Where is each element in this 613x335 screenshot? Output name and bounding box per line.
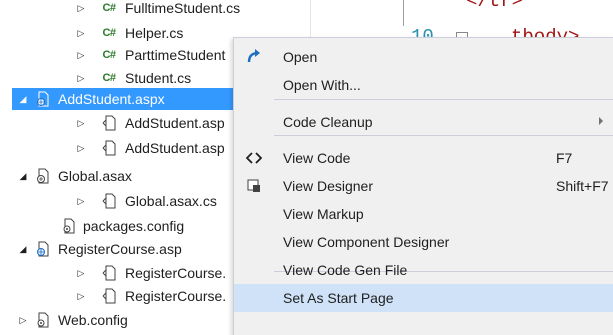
config-file-icon bbox=[60, 217, 78, 235]
menu-item-label: View Code bbox=[283, 150, 351, 166]
collapsed-arrow-icon[interactable]: ▷ bbox=[76, 268, 86, 279]
menu-item-open-with[interactable]: Open With... bbox=[234, 71, 613, 99]
tree-item-label: Student.cs bbox=[125, 70, 192, 86]
csharp-file-icon: C# bbox=[100, 0, 118, 17]
designer-icon bbox=[244, 176, 264, 196]
collapsed-arrow-icon[interactable]: ▷ bbox=[76, 118, 86, 129]
menu-item-view-component-designer[interactable]: View Component Designer bbox=[234, 228, 613, 256]
menu-item-label: View Markup bbox=[283, 206, 364, 222]
tree-item-label: Global.asax bbox=[58, 168, 132, 184]
menu-item-shortcut: F7 bbox=[556, 150, 573, 166]
tree-item-label: FulltimeStudent.cs bbox=[125, 0, 241, 16]
menu-item-label: View Designer bbox=[283, 178, 374, 194]
tree-item-label: packages.config bbox=[83, 218, 185, 234]
menu-separator bbox=[274, 99, 613, 100]
tree-item-label: AddStudent.aspx bbox=[58, 91, 165, 107]
collapsed-arrow-icon[interactable]: ▷ bbox=[76, 50, 86, 61]
csharp-file-icon-text: C# bbox=[102, 27, 116, 39]
code-file-icon bbox=[100, 264, 118, 282]
menu-item-set-as-start-page[interactable]: Set As Start Page bbox=[234, 284, 613, 312]
menu-item-shortcut: Shift+F7 bbox=[556, 178, 609, 194]
code-text-top: </tr> bbox=[466, 0, 524, 12]
expanded-arrow-icon[interactable]: ◢ bbox=[18, 94, 28, 105]
tree-item-label: AddStudent.asp bbox=[125, 140, 225, 156]
menu-item-label: Code Cleanup bbox=[283, 114, 373, 130]
menu-item-view-designer[interactable]: View Designer Shift+F7 bbox=[234, 172, 613, 200]
menu-item-view-code[interactable]: View Code F7 bbox=[234, 144, 613, 172]
tree-item-label: AddStudent.asp bbox=[125, 115, 225, 131]
collapsed-arrow-icon[interactable]: ▷ bbox=[76, 196, 86, 207]
tree-item[interactable]: ▷ C# FulltimeStudent.cs bbox=[0, 0, 310, 19]
expanded-arrow-icon[interactable]: ◢ bbox=[18, 244, 28, 255]
collapsed-arrow-icon[interactable]: ▷ bbox=[76, 3, 86, 14]
tree-item-label: ParttimeStudent bbox=[125, 47, 226, 63]
csharp-file-icon-text: C# bbox=[102, 72, 116, 84]
menu-item-view-markup[interactable]: View Markup bbox=[234, 200, 613, 228]
collapsed-arrow-icon[interactable]: ▷ bbox=[76, 28, 86, 39]
menu-item-label: Open bbox=[283, 49, 318, 65]
menu-item-label: Open With... bbox=[283, 77, 361, 93]
collapsed-arrow-icon[interactable]: ▷ bbox=[76, 143, 86, 154]
collapsed-arrow-icon[interactable]: ▷ bbox=[18, 315, 28, 326]
csharp-file-icon-text: C# bbox=[102, 2, 116, 14]
tree-item-label: RegisterCourse. bbox=[125, 288, 227, 304]
csharp-file-icon: C# bbox=[100, 46, 118, 64]
aspx-file-icon bbox=[34, 90, 52, 108]
config-file-icon bbox=[34, 311, 52, 329]
submenu-arrow-icon bbox=[599, 117, 603, 125]
aspx-file-icon bbox=[34, 240, 52, 258]
collapsed-arrow-icon[interactable]: ▷ bbox=[76, 73, 86, 84]
csharp-file-icon: C# bbox=[100, 69, 118, 87]
open-arrow-icon bbox=[244, 47, 264, 67]
context-menu: Open Open With... Code Cleanup View Code F7 V… bbox=[233, 37, 613, 335]
tree-item-label: Helper.cs bbox=[125, 25, 184, 41]
tree-item-label: Web.config bbox=[58, 312, 128, 328]
editor-gutter-line bbox=[403, 0, 404, 26]
collapsed-arrow-icon[interactable]: ▷ bbox=[76, 291, 86, 302]
asax-file-icon bbox=[34, 167, 52, 185]
expanded-arrow-icon[interactable]: ◢ bbox=[18, 171, 28, 182]
code-file-icon bbox=[100, 192, 118, 210]
menu-item-code-cleanup[interactable]: Code Cleanup bbox=[234, 108, 613, 136]
csharp-file-icon-text: C# bbox=[102, 49, 116, 61]
code-file-icon bbox=[100, 287, 118, 305]
csharp-file-icon: C# bbox=[100, 24, 118, 42]
tree-item-label: RegisterCourse. bbox=[125, 265, 227, 281]
code-file-icon bbox=[100, 114, 118, 132]
menu-item-label: Set As Start Page bbox=[283, 290, 394, 306]
menu-item-open[interactable]: Open bbox=[234, 43, 613, 71]
code-brackets-icon bbox=[244, 148, 264, 168]
tree-item-label: Global.asax.cs bbox=[125, 193, 217, 209]
tree-item-label: RegisterCourse.asp bbox=[58, 241, 182, 257]
menu-item-view-code-gen-file[interactable]: View Code Gen File bbox=[234, 256, 613, 284]
menu-item-label: View Code Gen File bbox=[283, 262, 408, 278]
code-file-icon bbox=[100, 139, 118, 157]
menu-item-label: View Component Designer bbox=[283, 234, 450, 250]
